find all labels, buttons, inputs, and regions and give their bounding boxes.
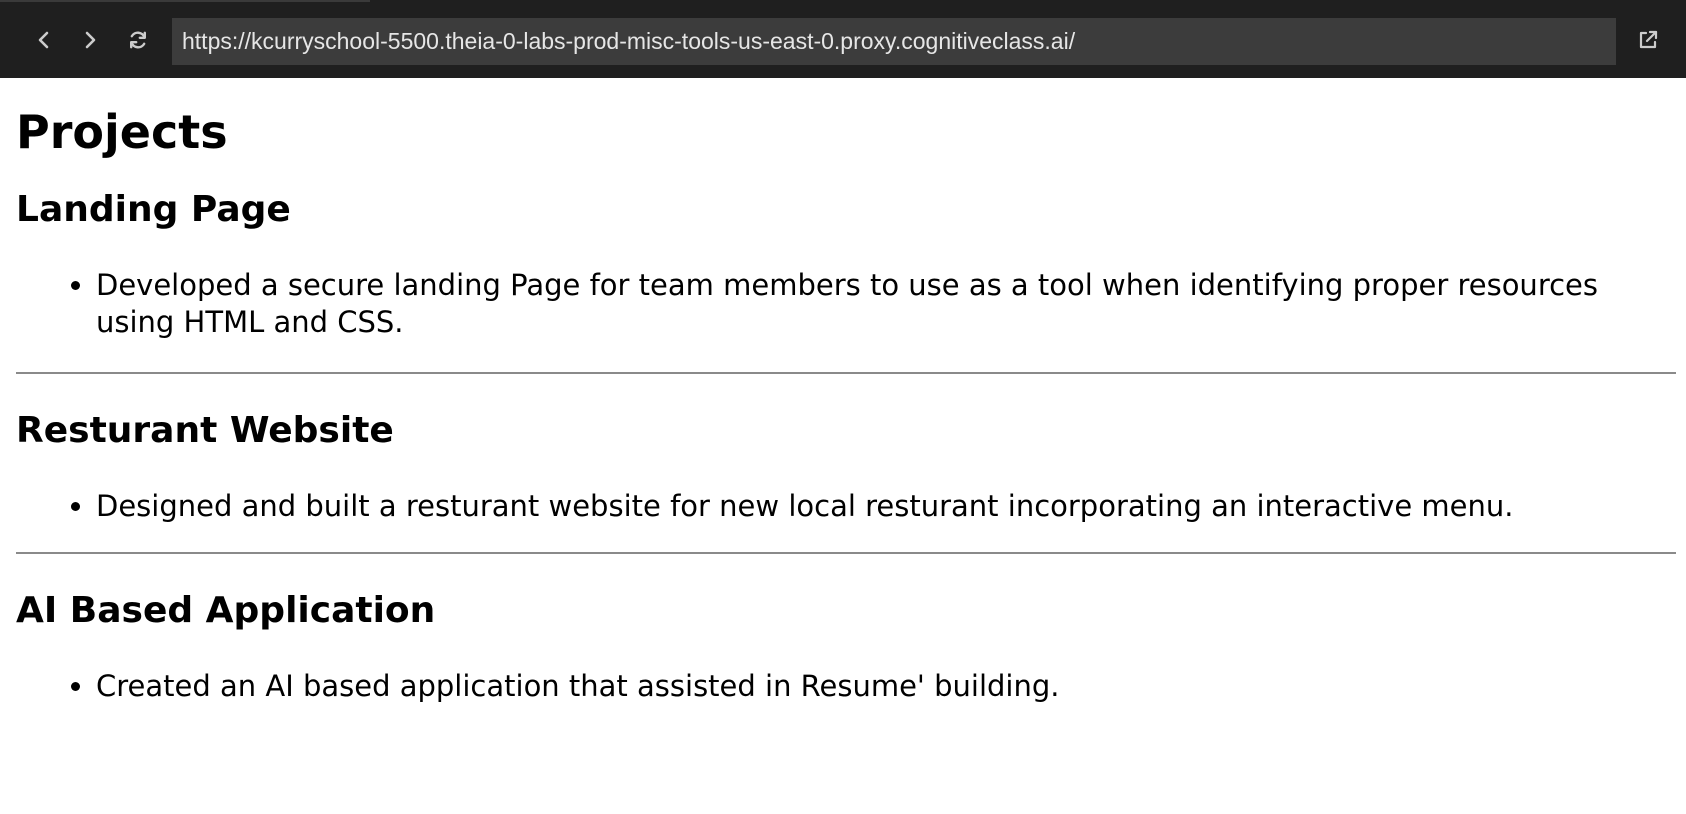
section-divider — [16, 552, 1676, 554]
page-content: Projects Landing Page Developed a secure… — [16, 78, 1676, 705]
reload-button[interactable] — [120, 22, 156, 58]
project-ai-based-application: AI Based Application Created an AI based… — [16, 589, 1676, 705]
project-heading: Resturant Website — [16, 410, 394, 451]
project-resturant-website: Resturant Website Designed and built a r… — [16, 409, 1676, 525]
chevron-left-icon — [38, 31, 49, 49]
refresh-icon — [129, 31, 146, 49]
url-input[interactable] — [172, 18, 1616, 65]
external-link-icon — [1639, 30, 1658, 49]
project-landing-page: Landing Page Developed a secure landing … — [16, 188, 1676, 341]
project-heading: AI Based Application — [16, 590, 436, 631]
back-button[interactable] — [26, 22, 62, 58]
browser-toolbar — [0, 0, 1686, 78]
project-details-list: Developed a secure landing Page for team… — [16, 267, 1676, 341]
project-details-list: Created an AI based application that ass… — [16, 668, 1676, 705]
section-divider — [16, 372, 1676, 374]
list-item: Designed and built a resturant website f… — [96, 488, 1676, 525]
list-item: Developed a secure landing Page for team… — [96, 267, 1676, 341]
list-item: Created an AI based application that ass… — [96, 668, 1676, 705]
project-heading: Landing Page — [16, 189, 291, 230]
forward-button[interactable] — [72, 22, 108, 58]
open-in-new-window-button[interactable] — [1632, 24, 1664, 56]
project-details-list: Designed and built a resturant website f… — [16, 488, 1676, 525]
page-title: Projects — [16, 105, 228, 159]
active-tab-indicator — [0, 0, 370, 2]
chevron-right-icon — [85, 31, 96, 49]
